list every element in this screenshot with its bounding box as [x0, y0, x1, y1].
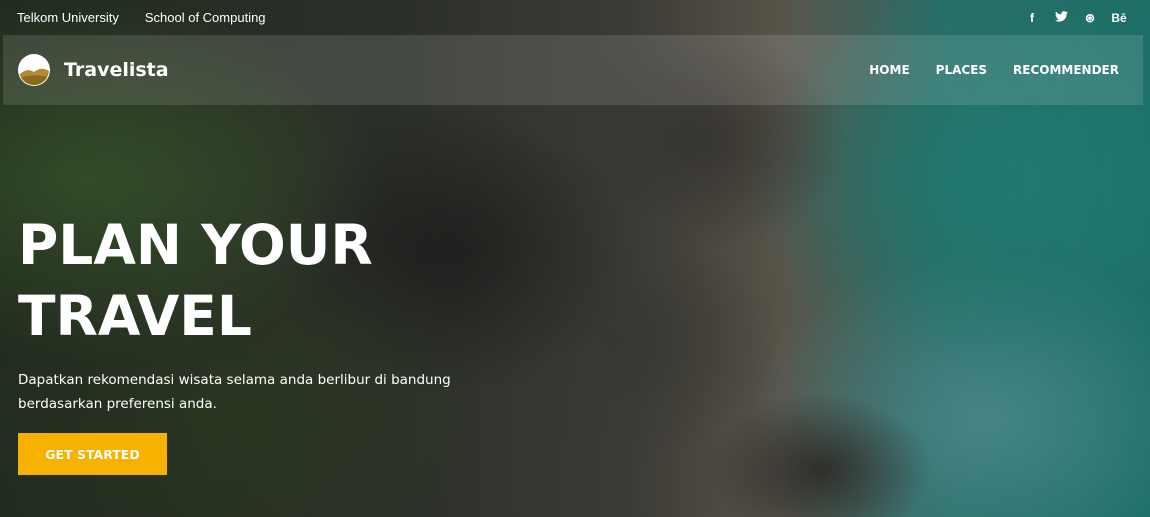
nav-places[interactable]: PLACES — [936, 63, 987, 77]
top-bar: Telkom University School of Computing f … — [0, 0, 1150, 35]
main-navbar: Travelista HOME PLACES RECOMMENDER — [3, 35, 1143, 105]
brand[interactable]: Travelista — [18, 54, 169, 86]
hero-title: PLAN YOUR TRAVEL — [18, 213, 373, 348]
nav-home[interactable]: HOME — [869, 63, 909, 77]
nav-menu: HOME PLACES RECOMMENDER — [869, 63, 1119, 77]
top-link-telkom[interactable]: Telkom University — [17, 10, 119, 25]
hero-section: PLAN YOUR TRAVEL Dapatkan rekomendasi wi… — [18, 210, 578, 475]
twitter-icon[interactable] — [1053, 10, 1069, 25]
dribbble-icon[interactable]: ⊛ — [1082, 11, 1098, 25]
facebook-icon[interactable]: f — [1024, 11, 1040, 25]
twitter-icon-shape — [1054, 10, 1068, 22]
brand-name: Travelista — [64, 59, 169, 81]
brand-logo-icon — [18, 54, 50, 86]
top-link-computing[interactable]: School of Computing — [145, 10, 266, 25]
social-links: f ⊛ Bē — [1024, 11, 1133, 25]
logo-shape — [19, 55, 49, 85]
behance-icon[interactable]: Bē — [1111, 11, 1127, 25]
top-links: Telkom University School of Computing — [17, 10, 266, 25]
hero-subtitle: Dapatkan rekomendasi wisata selama anda … — [18, 372, 451, 412]
get-started-button[interactable]: GET STARTED — [18, 433, 167, 475]
nav-recommender[interactable]: RECOMMENDER — [1013, 63, 1119, 77]
